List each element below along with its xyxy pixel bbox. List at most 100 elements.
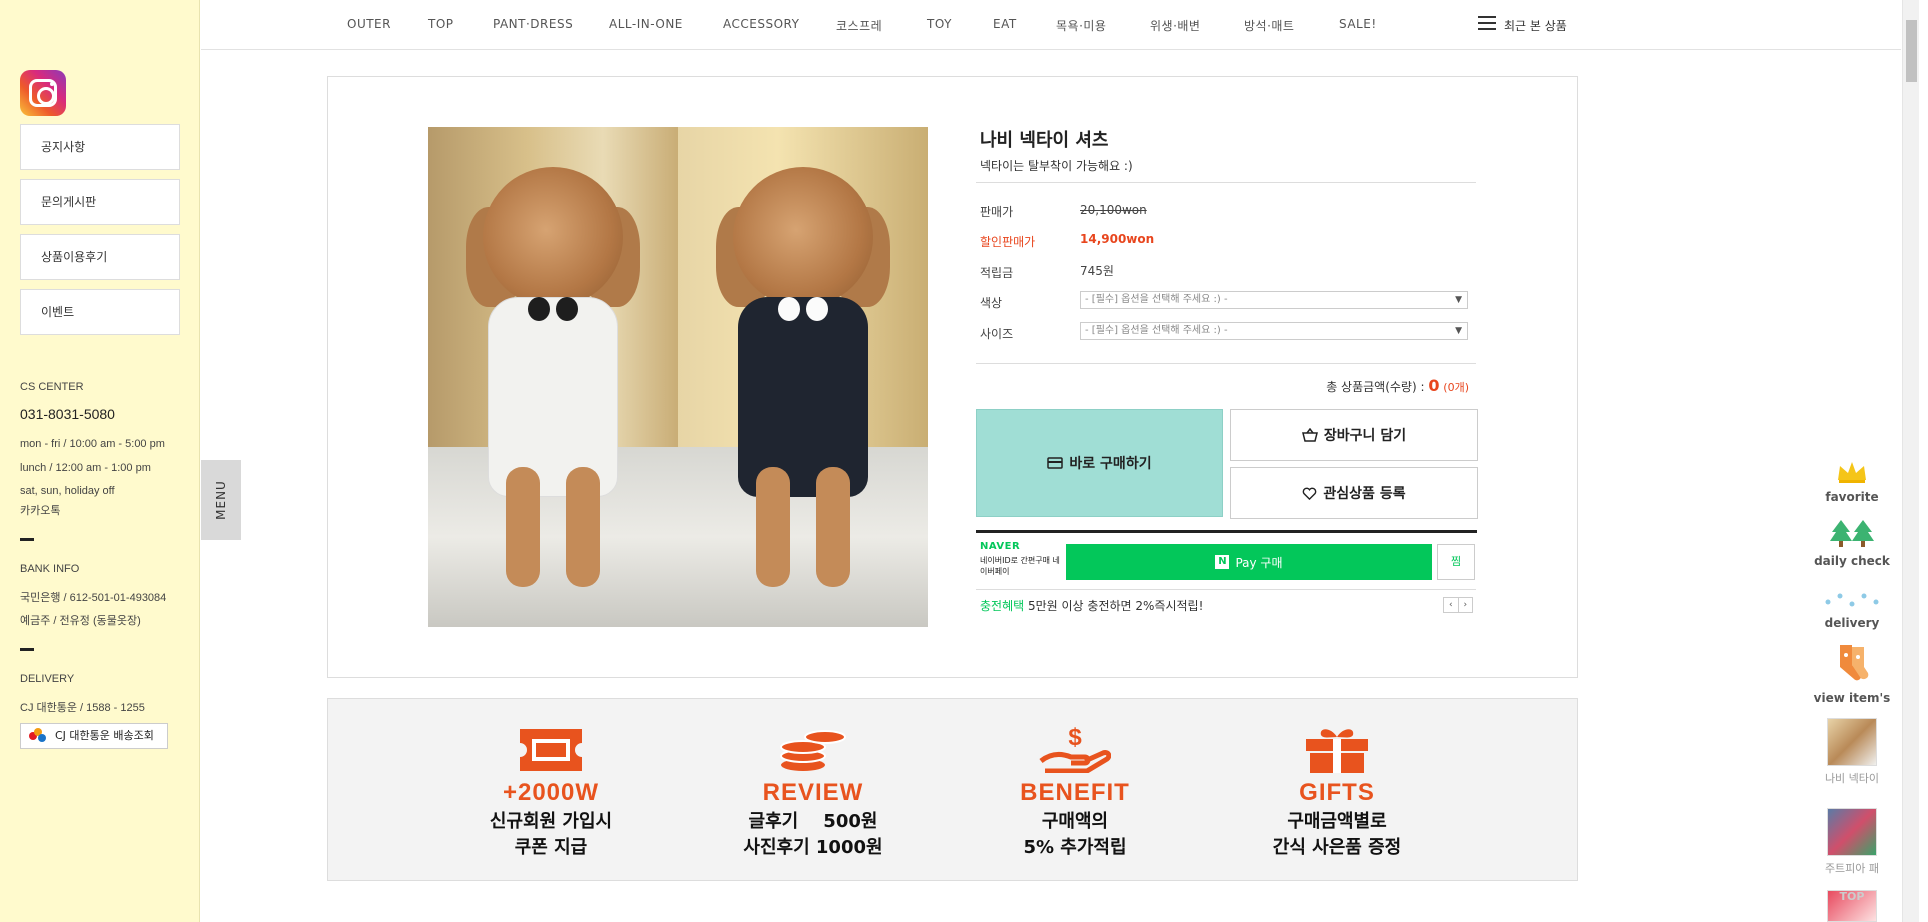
- nav-item-eat[interactable]: EAT: [993, 17, 1017, 31]
- points-value: 745원: [1080, 264, 1114, 278]
- bank-holder: 예금주 / 전유정 (동물옷장): [20, 615, 141, 627]
- promo-highlight: 충전혜택: [980, 599, 1025, 613]
- card-icon: [1047, 457, 1064, 469]
- nav-item-bath[interactable]: 목욕·미용: [1056, 17, 1106, 34]
- scrollbar-thumb[interactable]: [1906, 20, 1917, 82]
- price-value: 20,100won: [1080, 203, 1147, 217]
- wishlist-button[interactable]: 관심상품 등록: [1230, 467, 1478, 519]
- recent-items-link[interactable]: 최근 본 상품: [1504, 17, 1567, 34]
- sidebar-link-notice[interactable]: 공지사항: [20, 124, 180, 170]
- nav-item-hygiene[interactable]: 위생·배변: [1150, 17, 1200, 34]
- naver-pay-label: Pay 구매: [1235, 555, 1283, 570]
- sale-price-label: 할인판매가: [980, 235, 1036, 249]
- quick-favorite[interactable]: favorite: [1812, 460, 1892, 504]
- menu-tab[interactable]: MENU: [201, 460, 241, 540]
- add-cart-button[interactable]: 장바구니 담기: [1230, 409, 1478, 461]
- nav-item-cosplay[interactable]: 코스프레: [836, 17, 882, 34]
- total-qty: (0개): [1443, 381, 1469, 394]
- coins-icon: [780, 730, 846, 771]
- scrollbar[interactable]: [1902, 0, 1919, 922]
- cs-holiday: sat, sun, holiday off: [20, 485, 115, 497]
- promo-text: 충전혜택 5만원 이상 충전하면 2%즉시적립!: [980, 597, 1203, 614]
- wishlist-label: 관심상품 등록: [1323, 486, 1406, 502]
- dropdown-arrow-icon: ▼: [1455, 295, 1462, 305]
- svg-text:$: $: [1068, 724, 1082, 751]
- benefit-coupon-line2: 쿠폰 지급: [514, 837, 588, 858]
- benefits-banner: +2000W 신규회원 가입시 쿠폰 지급 REVIEW 글후기 500원 사진…: [327, 698, 1578, 881]
- product-image-white[interactable]: [428, 127, 678, 627]
- benefit-points-line2: 5% 추가적립: [1023, 837, 1127, 858]
- nav-item-cushion[interactable]: 방석·매트: [1244, 17, 1294, 34]
- nav-item-outer[interactable]: OUTER: [347, 17, 391, 31]
- coupon-icon: [520, 729, 582, 771]
- naver-logo: NAVER: [980, 541, 1021, 552]
- quick-delivery-label: delivery: [1824, 616, 1880, 630]
- pager-next-button[interactable]: ›: [1457, 598, 1473, 612]
- size-select[interactable]: - [필수] 옵션을 선택해 주세요 :) - ▼: [1080, 322, 1468, 340]
- socks-icon: [1840, 645, 1869, 681]
- divider: [976, 182, 1476, 183]
- product-detail: 나비 넥타이 셔츠 넥타이는 탈부착이 가능해요 :) 판매가 20,100wo…: [327, 76, 1578, 678]
- benefit-coupon-line1: 신규회원 가입시: [489, 811, 613, 832]
- sidebar-link-event[interactable]: 이벤트: [20, 289, 180, 335]
- color-select[interactable]: - [필수] 옵션을 선택해 주세요 :) - ▼: [1080, 291, 1468, 309]
- sidebar-link-reviews[interactable]: 상품이용후기: [20, 234, 180, 280]
- recent-item-caption-1[interactable]: 나비 넥타이: [1822, 772, 1882, 786]
- money-hand-icon: $: [1039, 724, 1111, 773]
- total-value: 0: [1428, 376, 1440, 395]
- sale-price-value: 14,900won: [1080, 232, 1155, 246]
- naver-pay-button[interactable]: N Pay 구매: [1066, 544, 1432, 580]
- delivery-track-button[interactable]: CJ 대한통운 배송조회: [20, 723, 168, 749]
- benefit-review: REVIEW 글후기 500원 사진후기 1000원: [693, 721, 933, 859]
- nav-item-top[interactable]: TOP: [428, 17, 454, 31]
- sidebar-link-qna[interactable]: 문의게시판: [20, 179, 180, 225]
- benefit-points-head: BENEFIT: [1020, 779, 1130, 806]
- nav-item-toy[interactable]: TOY: [927, 17, 952, 31]
- quick-delivery[interactable]: delivery: [1812, 590, 1892, 630]
- benefit-coupon-head: +2000W: [502, 779, 600, 806]
- recent-item-caption-2[interactable]: 주트피아 패: [1822, 862, 1882, 876]
- kakao-link[interactable]: 카카오톡: [20, 502, 60, 518]
- recent-item-thumb-1[interactable]: [1827, 718, 1877, 766]
- divider: [20, 648, 34, 651]
- promo-pager: ‹ ›: [1443, 597, 1473, 613]
- scroll-top-button[interactable]: TOP: [1822, 890, 1882, 904]
- cs-hours: mon - fri / 10:00 am - 5:00 pm: [20, 438, 165, 450]
- add-cart-label: 장바구니 담기: [1323, 428, 1407, 444]
- instagram-icon[interactable]: [20, 70, 66, 116]
- nav-item-accessory[interactable]: ACCESSORY: [723, 17, 799, 31]
- quick-favorite-label: favorite: [1825, 490, 1879, 504]
- nav-item-pant-dress[interactable]: PANT·DRESS: [493, 17, 573, 31]
- naver-zzim-button[interactable]: 찜: [1437, 544, 1475, 580]
- pager-prev-button[interactable]: ‹: [1444, 598, 1458, 612]
- divider: [20, 538, 34, 541]
- dropdown-arrow-icon: ▼: [1455, 326, 1462, 336]
- product-subtitle: 넥타이는 탈부착이 가능해요 :): [980, 159, 1133, 173]
- product-title: 나비 넥타이 셔츠: [980, 130, 1109, 151]
- nav-item-sale[interactable]: SALE!: [1339, 17, 1377, 31]
- hamburger-icon[interactable]: [1478, 16, 1496, 30]
- total-price: 총 상품금액(수량) : 0 (0개): [1326, 376, 1469, 395]
- nav-item-all-in-one[interactable]: ALL-IN-ONE: [609, 17, 683, 31]
- benefit-points: $ BENEFIT 구매액의 5% 추가적립: [955, 721, 1195, 859]
- benefit-review-head: REVIEW: [762, 779, 864, 806]
- divider: [976, 589, 1476, 590]
- naver-n-icon: N: [1215, 555, 1230, 569]
- quick-daily-check-label: daily check: [1814, 554, 1890, 568]
- points-label: 적립금: [980, 266, 1014, 280]
- color-select-value: - [필수] 옵션을 선택해 주세요 :) -: [1085, 294, 1228, 305]
- recent-item-thumb-2[interactable]: [1827, 808, 1877, 856]
- quick-view-items-label: view item's: [1813, 691, 1891, 705]
- naver-desc: 네이버ID로 간편구매 네이버페이: [980, 556, 1060, 576]
- cs-lunch: lunch / 12:00 am - 1:00 pm: [20, 462, 151, 474]
- gift-icon: [1306, 729, 1368, 773]
- quick-daily-check[interactable]: daily check: [1812, 518, 1892, 568]
- buy-now-button[interactable]: 바로 구매하기: [976, 409, 1223, 517]
- delivery-title: DELIVERY: [20, 673, 75, 685]
- color-label: 색상: [980, 296, 1003, 310]
- naver-pay-section: NAVER 네이버ID로 간편구매 네이버페이 N Pay 구매 찜: [976, 530, 1477, 582]
- benefit-coupon: +2000W 신규회원 가입시 쿠폰 지급: [431, 721, 671, 859]
- raindrops-icon: [1825, 593, 1879, 607]
- quick-view-items[interactable]: view item's: [1812, 643, 1892, 705]
- product-image-black[interactable]: [678, 127, 928, 627]
